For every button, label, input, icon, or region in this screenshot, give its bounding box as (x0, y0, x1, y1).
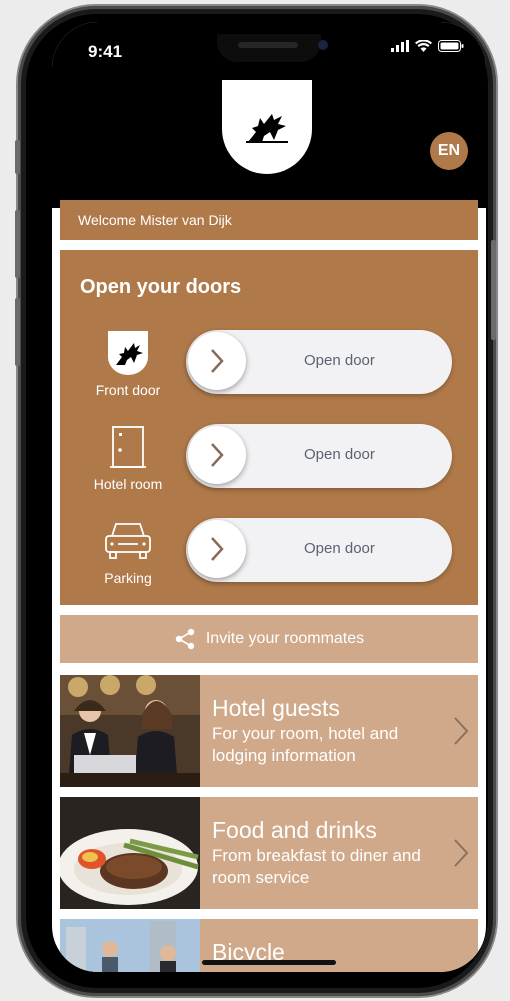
door-row-parking: Parking Open door (60, 516, 478, 606)
open-doors-panel: Open your doors Front door Open door Hot… (60, 250, 478, 605)
slider-label: Open door (304, 352, 375, 369)
chevron-right-icon (211, 537, 224, 561)
power-button (491, 240, 496, 340)
card-title: Hotel guests (212, 695, 340, 721)
card-subtitle: From breakfast to diner and room service (212, 846, 421, 887)
front-camera (318, 40, 328, 50)
front-door-icon (98, 328, 158, 378)
app-header: EN (52, 80, 486, 208)
welcome-banner: Welcome Mister van Dijk (60, 200, 478, 240)
door-row-room: Hotel room Open door (60, 422, 478, 512)
share-icon (175, 628, 195, 650)
home-indicator[interactable] (202, 960, 336, 965)
volume-up-button (15, 210, 20, 278)
slider-label: Open door (304, 540, 375, 557)
card-hotel-guests[interactable]: Hotel guests For your room, hotel and lo… (60, 675, 478, 787)
signal-icon (391, 40, 409, 52)
door-label: Parking (104, 570, 152, 586)
wifi-icon (415, 40, 432, 52)
status-time: 9:41 (88, 42, 123, 61)
card-subtitle: For your room, hotel and lodging informa… (212, 724, 399, 765)
invite-label: Invite your roommates (205, 630, 365, 647)
chevron-right-icon (211, 443, 224, 467)
invite-roommates-button[interactable]: Invite your roommates (60, 615, 478, 663)
earpiece-speaker (238, 42, 298, 48)
chevron-right-icon (454, 717, 469, 745)
food-plate-image (60, 797, 200, 909)
door-icon (110, 426, 146, 468)
open-door-slider-room[interactable]: Open door (186, 424, 452, 488)
hotel-reception-image (60, 675, 200, 787)
griffin-logo-icon (108, 331, 148, 375)
open-door-slider-parking[interactable]: Open door (186, 518, 452, 582)
door-row-front: Front door Open door (60, 328, 478, 418)
door-label: Front door (95, 382, 161, 398)
slider-label: Open door (304, 446, 375, 463)
status-bar: 9:41 (52, 22, 486, 80)
door-icon (98, 422, 158, 472)
card-text: Hotel guests For your room, hotel and lo… (212, 695, 432, 767)
slider-knob[interactable] (188, 426, 246, 484)
door-label: Hotel room (93, 476, 163, 492)
bicycle-city-image (60, 919, 200, 972)
car-icon (98, 516, 158, 566)
chevron-right-icon (454, 839, 469, 867)
hotel-logo (222, 80, 312, 174)
card-text: Food and drinks From breakfast to diner … (212, 817, 432, 889)
doors-title: Open your doors (80, 276, 242, 298)
card-title: Food and drinks (212, 817, 377, 843)
battery-icon (438, 40, 464, 52)
app-screen: 9:41 EN Welcome Mister van Dijk Open you… (52, 22, 486, 972)
griffin-logo-icon (246, 114, 288, 143)
car-icon (105, 523, 151, 559)
status-icons (391, 40, 464, 52)
language-button[interactable]: EN (430, 132, 468, 170)
slider-knob[interactable] (188, 520, 246, 578)
mute-switch (15, 140, 20, 174)
card-food-drinks[interactable]: Food and drinks From breakfast to diner … (60, 797, 478, 909)
open-door-slider-front[interactable]: Open door (186, 330, 452, 394)
notch (217, 34, 321, 62)
slider-knob[interactable] (188, 332, 246, 390)
chevron-right-icon (211, 349, 224, 373)
volume-down-button (15, 298, 20, 366)
